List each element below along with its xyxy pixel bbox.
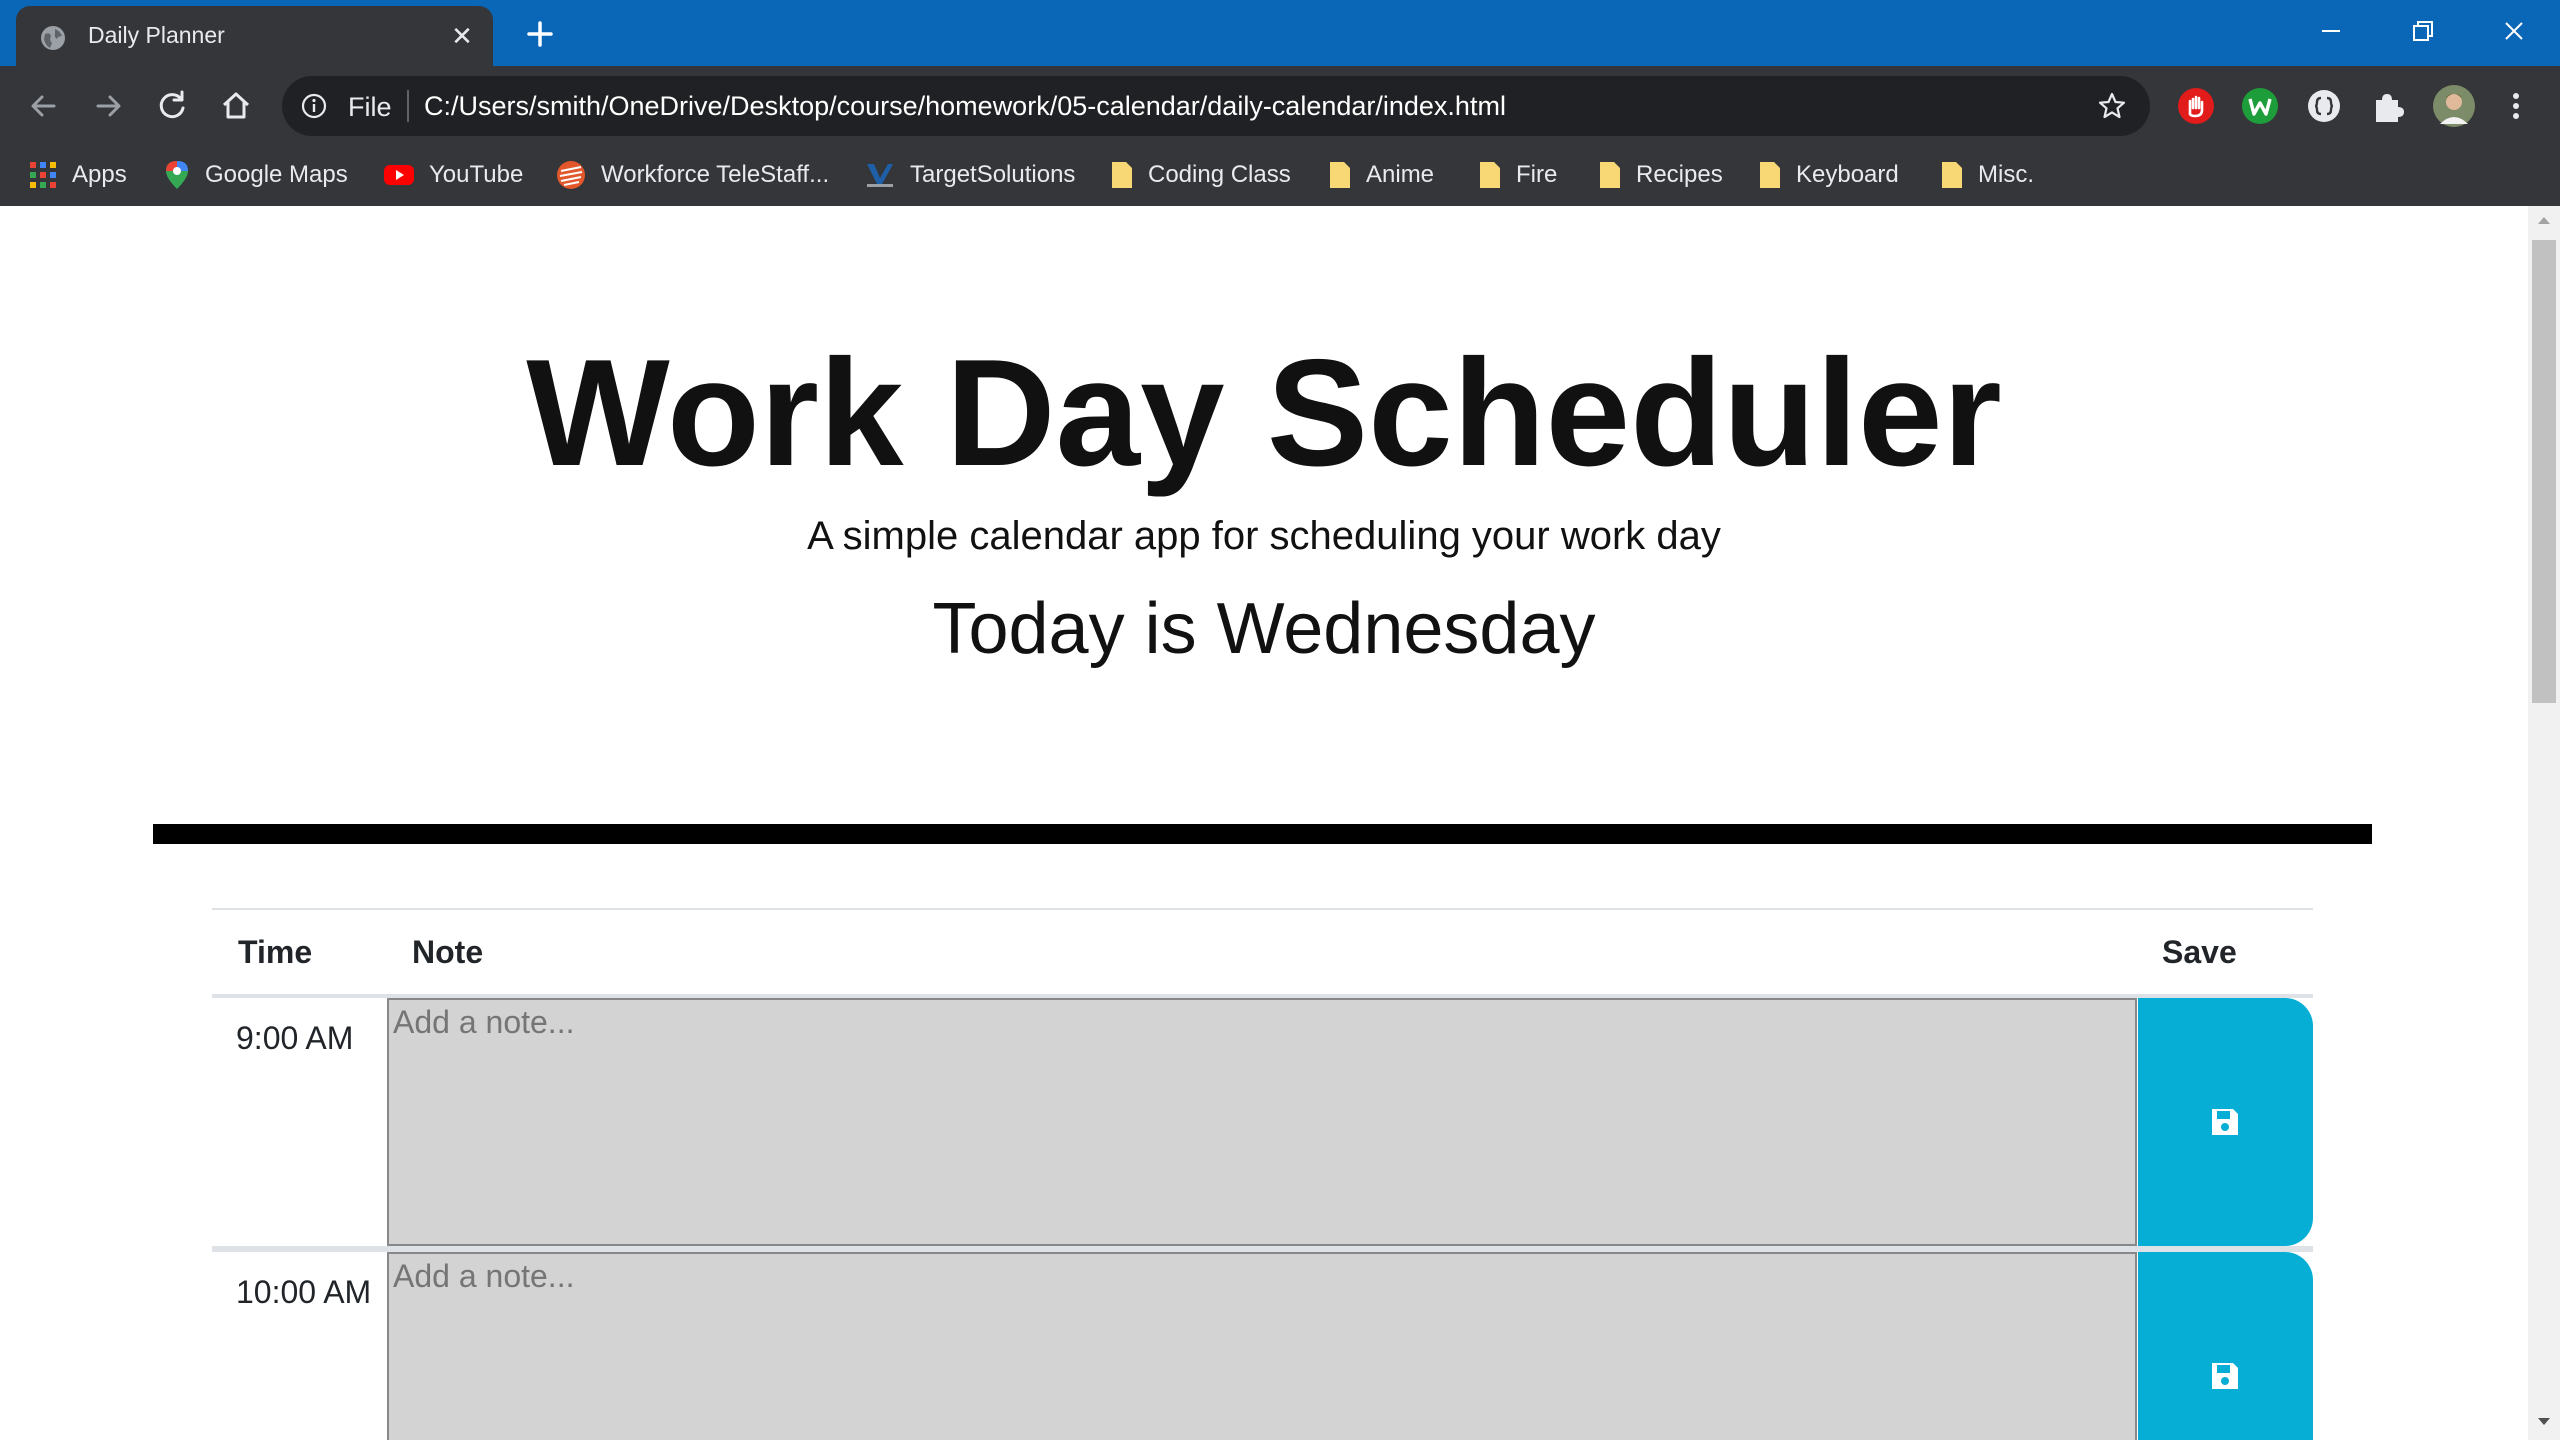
table-header-row: Time Note Save bbox=[212, 908, 2313, 998]
bookmark-label: Google Maps bbox=[205, 161, 348, 188]
bookmark-folder-fire[interactable]: Fire bbox=[1478, 146, 1557, 204]
hour-label: 10:00 AM bbox=[236, 1274, 372, 1310]
scrollbar-thumb[interactable] bbox=[2532, 240, 2556, 703]
google-maps-icon bbox=[166, 161, 188, 189]
home-icon[interactable] bbox=[212, 82, 260, 130]
page-lead: A simple calendar app for scheduling you… bbox=[807, 514, 1721, 558]
address-divider bbox=[407, 90, 409, 122]
bookmark-targetsolutions[interactable]: TargetSolutions bbox=[864, 146, 1075, 204]
restore-icon[interactable] bbox=[2377, 6, 2467, 56]
folder-icon bbox=[1760, 162, 1780, 188]
bookmark-label: Coding Class bbox=[1148, 161, 1291, 188]
puzzle-extensions-icon[interactable] bbox=[2368, 86, 2408, 126]
scroll-down-arrow-icon[interactable] bbox=[2534, 1414, 2554, 1430]
save-button[interactable] bbox=[2138, 1252, 2313, 1440]
back-arrow-icon[interactable] bbox=[20, 82, 68, 130]
hour-label: 9:00 AM bbox=[236, 1020, 354, 1056]
bookmark-label: Apps bbox=[72, 161, 127, 188]
bookmark-label: Fire bbox=[1516, 161, 1558, 188]
globe-icon bbox=[41, 26, 65, 50]
bookmark-folder-recipes[interactable]: Recipes bbox=[1598, 146, 1723, 204]
reload-icon[interactable] bbox=[148, 82, 196, 130]
bookmark-folder-keyboard[interactable]: Keyboard bbox=[1758, 146, 1899, 204]
bookmark-workforce-telestaff[interactable]: Workforce TeleStaff... bbox=[555, 146, 829, 204]
braces-extension-icon[interactable] bbox=[2304, 86, 2344, 126]
column-header-time: Time bbox=[238, 934, 313, 970]
floppy-disk-icon bbox=[2212, 1109, 2238, 1135]
page-title: Work Day Scheduler bbox=[526, 328, 2002, 498]
browser-tab-strip: Daily Planner ✕ bbox=[0, 0, 2560, 66]
bookmark-label: TargetSolutions bbox=[910, 161, 1076, 188]
folder-icon bbox=[1112, 162, 1132, 188]
schedule-table: Time Note Save 9:00 AM 10:00 AM bbox=[212, 908, 2313, 1440]
table-row: 10:00 AM bbox=[212, 1252, 2313, 1440]
header-divider bbox=[153, 824, 2372, 844]
bookmark-star-icon[interactable] bbox=[2096, 90, 2128, 122]
bookmark-folder-coding-class[interactable]: Coding Class bbox=[1110, 146, 1291, 204]
scroll-up-arrow-icon[interactable] bbox=[2534, 212, 2554, 228]
folder-icon bbox=[1480, 162, 1500, 188]
folder-icon bbox=[1600, 162, 1620, 188]
bookmark-folder-anime[interactable]: Anime bbox=[1328, 146, 1434, 204]
page-viewport: Work Day Scheduler A simple calendar app… bbox=[0, 206, 2528, 1440]
bookmark-label: Misc. bbox=[1978, 161, 2034, 188]
youtube-icon bbox=[384, 165, 414, 185]
targetsolutions-icon bbox=[867, 164, 893, 187]
new-tab-plus-icon[interactable] bbox=[520, 14, 560, 54]
note-input[interactable] bbox=[387, 1252, 2137, 1440]
bookmark-label: YouTube bbox=[429, 161, 524, 188]
bookmark-label: Anime bbox=[1366, 161, 1435, 188]
forward-arrow-icon[interactable] bbox=[84, 82, 132, 130]
bookmark-apps[interactable]: Apps bbox=[28, 146, 127, 204]
folder-icon bbox=[1942, 162, 1962, 188]
bookmark-google-maps[interactable]: Google Maps bbox=[163, 146, 348, 204]
url-text[interactable]: C:/Users/smith/OneDrive/Desktop/course/h… bbox=[424, 91, 1506, 122]
save-button[interactable] bbox=[2138, 998, 2313, 1246]
adblock-hand-icon[interactable] bbox=[2176, 86, 2216, 126]
w-extension-icon[interactable] bbox=[2240, 86, 2280, 126]
telestaff-icon bbox=[557, 161, 585, 189]
minimize-icon[interactable] bbox=[2285, 6, 2375, 56]
profile-avatar[interactable] bbox=[2432, 84, 2476, 128]
bookmark-folder-misc[interactable]: Misc. bbox=[1940, 146, 2034, 204]
browser-tab[interactable]: Daily Planner ✕ bbox=[16, 6, 493, 66]
column-header-note: Note bbox=[412, 934, 484, 970]
url-scheme-label: File bbox=[348, 92, 392, 122]
info-icon[interactable] bbox=[300, 92, 328, 120]
menu-kebab-icon[interactable] bbox=[2496, 86, 2536, 126]
bookmark-label: Keyboard bbox=[1796, 161, 1899, 188]
column-header-save: Save bbox=[2162, 934, 2237, 970]
tab-close-icon[interactable]: ✕ bbox=[446, 20, 478, 52]
bookmark-youtube[interactable]: YouTube bbox=[383, 146, 523, 204]
bookmark-label: Recipes bbox=[1636, 161, 1723, 188]
folder-icon bbox=[1330, 162, 1350, 188]
current-day-label: Today is Wednesday bbox=[932, 589, 1596, 669]
bookmarks-bar: Apps Google Maps YouTube Workforce TeleS… bbox=[0, 146, 2560, 206]
bookmark-label: Workforce TeleStaff... bbox=[601, 161, 830, 188]
browser-toolbar: File C:/Users/smith/OneDrive/Desktop/cou… bbox=[0, 66, 2560, 206]
address-bar[interactable]: File C:/Users/smith/OneDrive/Desktop/cou… bbox=[282, 76, 2150, 136]
window-close-icon[interactable] bbox=[2469, 6, 2559, 56]
tab-title: Daily Planner bbox=[88, 22, 225, 48]
apps-grid-icon bbox=[30, 162, 56, 188]
table-row: 9:00 AM bbox=[212, 998, 2313, 1252]
note-input[interactable] bbox=[387, 998, 2137, 1246]
floppy-disk-icon bbox=[2212, 1363, 2238, 1389]
